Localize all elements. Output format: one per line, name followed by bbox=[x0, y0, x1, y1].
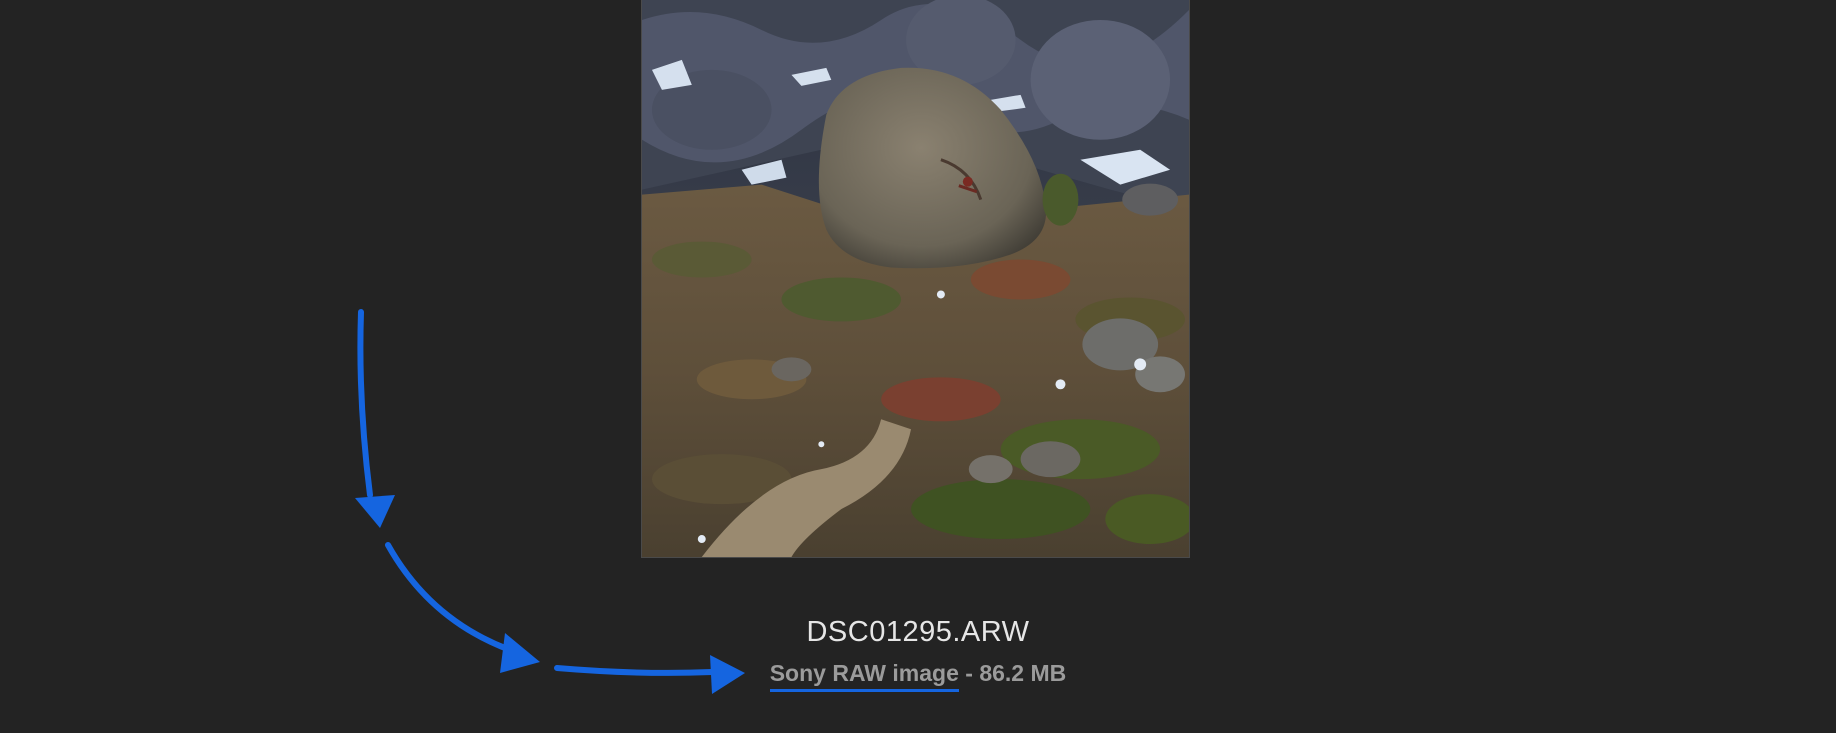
image-preview bbox=[641, 0, 1190, 558]
arrow-down-head bbox=[355, 495, 395, 528]
quick-look-window: DSC01295.ARW Sony RAW image - 86.2 MB bbox=[0, 0, 1836, 733]
file-info: Sony RAW image - 86.2 MB bbox=[0, 660, 1836, 692]
arrow-down bbox=[357, 309, 373, 498]
file-size: 86.2 MB bbox=[979, 660, 1067, 686]
preview-photo bbox=[642, 0, 1189, 557]
file-name: DSC01295.ARW bbox=[806, 616, 1030, 648]
file-info-separator: - bbox=[958, 660, 980, 686]
file-kind: Sony RAW image bbox=[769, 660, 959, 692]
